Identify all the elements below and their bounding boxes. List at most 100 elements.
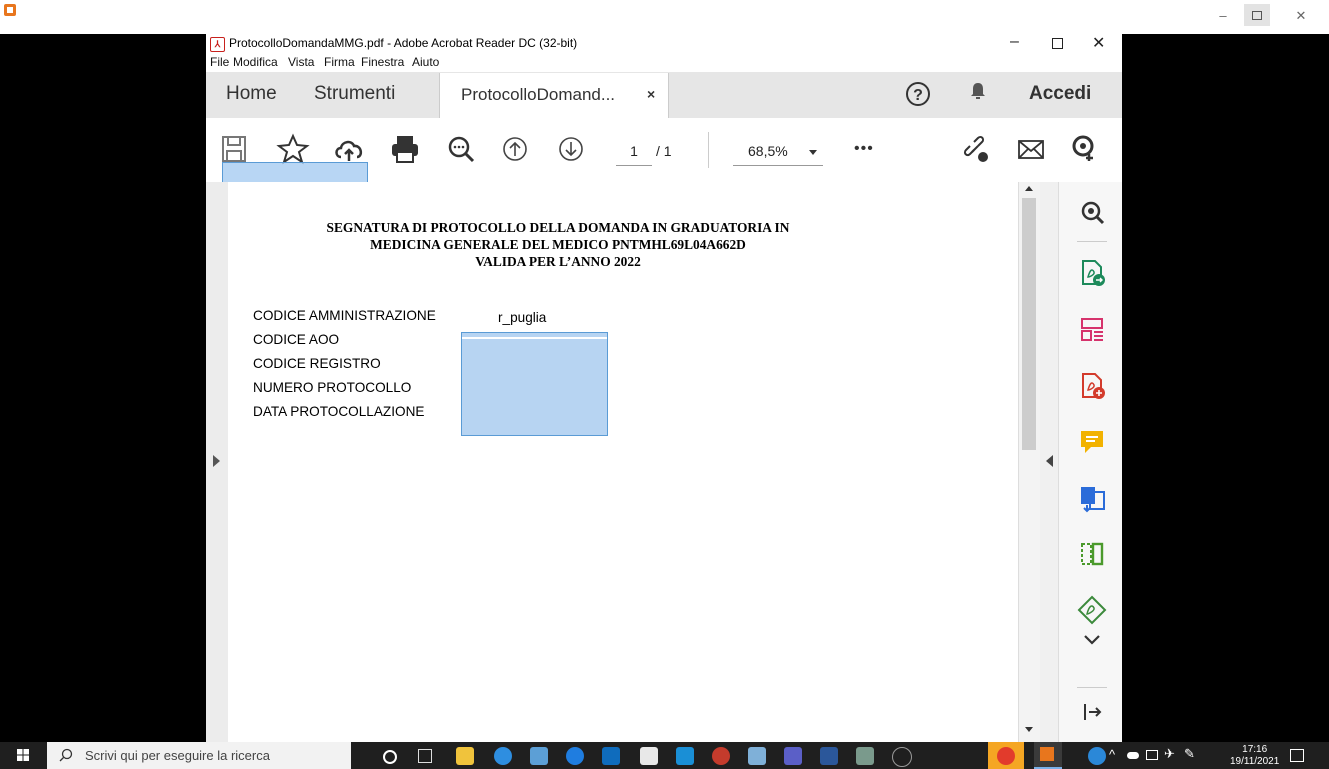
notification-center-icon[interactable] (1290, 749, 1304, 762)
more-tools-icon[interactable]: ••• (854, 140, 874, 158)
app-icon[interactable] (530, 747, 548, 765)
left-panel-strip (206, 182, 228, 742)
document-title-line-3: VALIDA PER L’ANNO 2022 (475, 254, 641, 269)
app-icon[interactable] (748, 747, 766, 765)
convert-pdf-icon[interactable] (1077, 483, 1107, 513)
next-page-icon[interactable] (554, 132, 588, 166)
app-icon[interactable] (712, 747, 730, 765)
tab-close-icon[interactable]: × (647, 86, 655, 102)
chevron-down-icon[interactable] (809, 150, 817, 155)
menu-firma[interactable]: Firma (324, 55, 355, 69)
compress-pdf-icon[interactable] (1077, 539, 1107, 569)
menu-modifica[interactable]: Modifica (233, 55, 278, 69)
comment-icon[interactable] (1077, 427, 1107, 457)
app-icon (4, 4, 16, 16)
app-icon[interactable] (676, 747, 694, 765)
outer-close-icon[interactable]: ✕ (1290, 8, 1312, 24)
value-codice-amministrazione: r_puglia (498, 310, 547, 325)
chrome-icon (997, 747, 1015, 765)
windows-start-icon[interactable] (17, 749, 29, 761)
expand-left-panel-icon[interactable] (213, 455, 220, 467)
clock-date: 19/11/2021 (1230, 756, 1280, 767)
vertical-scrollbar[interactable] (1018, 182, 1041, 742)
internet-explorer-icon[interactable] (494, 747, 512, 765)
menu-bar: File Modifica Vista Firma Finestra Aiuto (206, 54, 1122, 72)
add-user-icon[interactable] (1068, 132, 1102, 166)
collapse-pane-icon[interactable] (1077, 697, 1107, 727)
window-title: ProtocolloDomandaMMG.pdf - Adobe Acrobat… (229, 36, 578, 50)
tools-divider (1077, 687, 1107, 688)
store-icon[interactable] (640, 747, 658, 765)
scroll-down-icon[interactable] (1025, 727, 1033, 732)
outer-window-bar: – ✕ (0, 0, 1329, 34)
network-icon[interactable]: ✈ (1164, 746, 1175, 762)
tab-bar: Home Strumenti ProtocolloDomand... × ? A… (206, 72, 1122, 118)
battery-icon[interactable] (1146, 750, 1158, 760)
previous-page-icon[interactable] (498, 132, 532, 166)
taskbar: Scrivi qui per eseguire la ricerca ^ ✈ ✎… (0, 742, 1329, 769)
zoom-in-icon[interactable] (1077, 198, 1107, 228)
task-view-icon[interactable] (418, 749, 432, 763)
selected-values-box (461, 332, 608, 436)
email-icon[interactable] (1014, 132, 1048, 166)
sign-in-button[interactable]: Accedi (1029, 83, 1091, 105)
help-icon[interactable]: ? (906, 82, 930, 106)
search-icon (59, 748, 73, 762)
menu-aiuto[interactable]: Aiuto (412, 55, 439, 69)
tab-home[interactable]: Home (226, 83, 277, 105)
tools-pane (1058, 182, 1122, 742)
viewer-taskbar-button[interactable] (1034, 742, 1062, 769)
app-icon[interactable] (856, 747, 874, 765)
app-icon[interactable] (1088, 747, 1106, 765)
collapse-right-pane-icon[interactable] (1046, 455, 1053, 467)
notification-bell-icon[interactable] (970, 82, 986, 100)
tray-chevron-icon[interactable]: ^ (1109, 747, 1115, 762)
app-icon[interactable] (892, 747, 912, 767)
edge-icon[interactable] (566, 747, 584, 765)
scroll-up-icon[interactable] (1025, 186, 1033, 191)
onedrive-icon[interactable] (1127, 752, 1139, 759)
menu-finestra[interactable]: Finestra (361, 55, 404, 69)
close-window-icon[interactable]: ✕ (1092, 34, 1105, 53)
cortana-icon[interactable] (383, 750, 397, 764)
teams-icon[interactable] (784, 747, 802, 765)
page-total: / 1 (656, 143, 672, 159)
taskbar-search-box[interactable]: Scrivi qui per eseguire la ricerca (47, 742, 351, 769)
bookmark-star-icon[interactable] (276, 132, 310, 166)
toolbar-divider (708, 132, 709, 168)
outer-restore-icon[interactable] (1244, 4, 1270, 26)
menu-file[interactable]: File (210, 55, 229, 69)
zoom-search-icon[interactable] (444, 132, 478, 166)
file-explorer-icon[interactable] (456, 747, 474, 765)
save-icon[interactable] (218, 132, 252, 166)
pen-icon[interactable]: ✎ (1184, 746, 1195, 762)
outer-minimize-icon[interactable]: – (1212, 8, 1234, 23)
document-title-line-1: SEGNATURA DI PROTOCOLLO DELLA DOMANDA IN… (326, 220, 790, 235)
scroll-thumb[interactable] (1022, 198, 1036, 450)
chevron-down-icon[interactable] (1077, 625, 1107, 655)
outlook-icon[interactable] (602, 747, 620, 765)
chrome-taskbar-button[interactable] (988, 742, 1024, 769)
organize-pages-icon[interactable] (1077, 315, 1107, 345)
cloud-upload-icon[interactable] (332, 132, 366, 166)
send-for-signature-icon[interactable] (1077, 595, 1107, 625)
tab-strumenti[interactable]: Strumenti (314, 83, 395, 105)
word-icon[interactable] (820, 747, 838, 765)
page-number-input[interactable]: 1 (616, 143, 652, 166)
document-area: SEGNATURA DI PROTOCOLLO DELLA DOMANDA IN… (206, 182, 1122, 742)
tab-document[interactable]: ProtocolloDomand... × (439, 73, 669, 118)
print-icon[interactable] (388, 132, 422, 166)
acrobat-window: ⅄ ProtocolloDomandaMMG.pdf - Adobe Acrob… (206, 34, 1122, 742)
share-link-icon[interactable] (958, 132, 992, 166)
menu-vista[interactable]: Vista (288, 55, 314, 69)
acrobat-logo-icon: ⅄ (210, 37, 225, 52)
system-clock[interactable]: 17:16 19/11/2021 (1230, 744, 1279, 768)
label-codice-amministrazione: CODICE AMMINISTRAZIONE (253, 308, 436, 323)
pdf-page: SEGNATURA DI PROTOCOLLO DELLA DOMANDA IN… (228, 182, 1018, 742)
restore-icon[interactable] (1052, 38, 1063, 49)
minimize-icon[interactable]: – (1010, 34, 1019, 51)
create-pdf-icon[interactable] (1077, 371, 1107, 401)
tools-divider (1077, 241, 1107, 242)
label-codice-registro: CODICE REGISTRO (253, 356, 381, 371)
export-pdf-icon[interactable] (1077, 258, 1107, 288)
